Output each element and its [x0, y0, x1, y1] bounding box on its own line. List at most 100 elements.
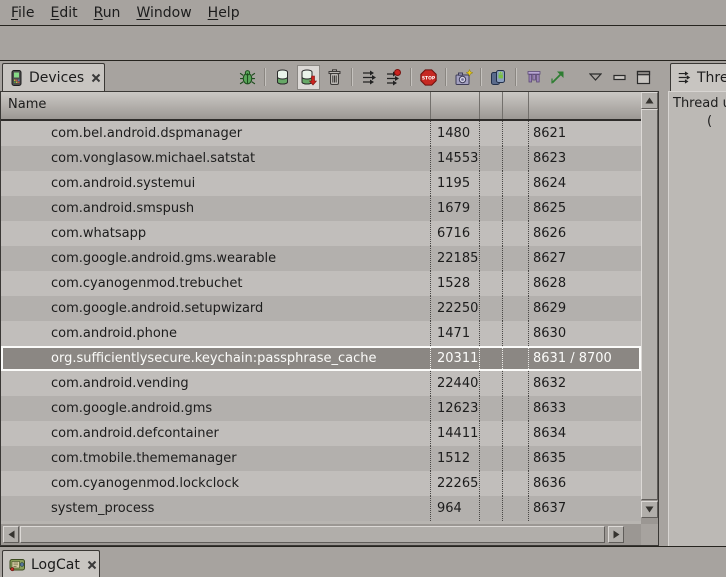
table-row[interactable]: com.android.vending 22440 8632 — [1, 371, 641, 396]
process-name: com.cyanogenmod.trebuchet — [51, 271, 243, 296]
panel-sash[interactable] — [659, 62, 668, 546]
minimize-icon[interactable] — [610, 68, 629, 87]
table-header[interactable]: Name — [1, 92, 641, 121]
vertical-scrollbar-thumb[interactable] — [641, 109, 658, 500]
process-port: 8630 — [533, 321, 566, 346]
cause-gc-trash-icon[interactable] — [325, 68, 344, 87]
logcat-icon — [9, 557, 26, 572]
stop-process-icon[interactable]: STOP — [419, 68, 438, 87]
tab-devices[interactable]: Devices — [2, 63, 105, 91]
process-pid: 1528 — [437, 271, 470, 296]
table-row[interactable]: com.tmobile.thememanager 1512 8635 — [1, 446, 641, 471]
column-divider-dotted — [502, 146, 503, 171]
table-row[interactable]: system_process 964 8637 — [1, 496, 641, 521]
tab-logcat-label: LogCat — [31, 557, 80, 573]
method-profiling-icon[interactable] — [384, 68, 403, 87]
table-row[interactable]: com.google.android.gms.wearable 22185 86… — [1, 246, 641, 271]
column-header-name[interactable]: Name — [1, 97, 46, 112]
tab-devices-label: Devices — [29, 70, 84, 86]
process-name: com.android.smspush — [51, 196, 194, 221]
column-divider-dotted — [430, 446, 431, 471]
process-name: com.android.defcontainer — [51, 421, 219, 446]
scroll-left-button[interactable] — [3, 526, 19, 543]
process-port: 8628 — [533, 271, 566, 296]
scroll-down-button[interactable] — [641, 501, 658, 518]
scroll-right-button[interactable] — [608, 526, 624, 543]
tracer-arrow-icon[interactable] — [548, 68, 567, 87]
dump-hprof-icon[interactable] — [297, 65, 320, 90]
update-threads-icon[interactable] — [360, 68, 379, 87]
column-divider-dotted — [479, 146, 480, 171]
column-divider-dotted — [528, 146, 529, 171]
update-heap-icon[interactable] — [273, 68, 292, 87]
menu-run[interactable]: Run — [86, 5, 129, 21]
tab-logcat[interactable]: LogCat — [2, 550, 100, 577]
table-row[interactable]: com.android.smspush 1679 8625 — [1, 196, 641, 221]
menu-help[interactable]: Help — [200, 5, 248, 21]
close-icon[interactable] — [91, 73, 101, 83]
column-divider[interactable] — [502, 92, 503, 119]
scroll-up-button[interactable] — [641, 92, 658, 109]
column-divider-dotted — [479, 296, 480, 321]
column-divider-dotted — [430, 421, 431, 446]
maximize-icon[interactable] — [634, 68, 653, 87]
profiling-bars-icon[interactable] — [524, 68, 543, 87]
process-port: 8624 — [533, 171, 566, 196]
table-row[interactable]: org.sufficientlysecure.keychain:passphra… — [1, 346, 641, 371]
column-divider-dotted — [430, 346, 431, 371]
process-port: 8637 — [533, 496, 566, 521]
menu-file[interactable]: File — [3, 5, 42, 21]
table-row[interactable]: com.bel.android.dspmanager 1480 8621 — [1, 121, 641, 146]
menu-edit[interactable]: Edit — [42, 5, 85, 21]
devices-view-toolbar: STOP — [238, 63, 653, 91]
column-divider[interactable] — [430, 92, 431, 119]
phone-stack-icon[interactable] — [489, 68, 508, 87]
process-pid: 20311 — [437, 346, 478, 371]
column-divider-dotted — [502, 171, 503, 196]
view-menu-chevron-icon[interactable] — [586, 68, 605, 87]
main-toolbar — [0, 27, 726, 61]
column-divider-dotted — [502, 221, 503, 246]
menu-window[interactable]: Window — [128, 5, 199, 21]
column-divider-dotted — [479, 471, 480, 496]
column-divider[interactable] — [479, 92, 480, 119]
column-divider-dotted — [502, 496, 503, 521]
column-divider-dotted — [430, 371, 431, 396]
column-divider-dotted — [528, 121, 529, 146]
horizontal-scrollbar[interactable] — [1, 524, 641, 545]
table-row[interactable]: com.android.phone 1471 8630 — [1, 321, 641, 346]
process-port: 8635 — [533, 446, 566, 471]
process-name: com.cyanogenmod.lockclock — [51, 471, 239, 496]
column-divider-dotted — [430, 196, 431, 221]
column-divider-dotted — [528, 471, 529, 496]
column-divider[interactable] — [528, 92, 529, 119]
vertical-scrollbar[interactable] — [641, 92, 658, 524]
process-pid: 22250 — [437, 296, 478, 321]
process-port: 8634 — [533, 421, 566, 446]
table-row[interactable]: com.google.android.setupwizard 22250 862… — [1, 296, 641, 321]
process-name: com.google.android.setupwizard — [51, 296, 263, 321]
toolbar-separator — [445, 68, 447, 86]
column-divider-dotted — [430, 471, 431, 496]
process-pid: 1512 — [437, 446, 470, 471]
table-row[interactable]: com.vonglasow.michael.satstat 14553 8623 — [1, 146, 641, 171]
debug-bug-icon[interactable] — [238, 68, 257, 87]
horizontal-scrollbar-thumb[interactable] — [20, 526, 605, 543]
devices-table: Name com.bel.android.dspmanager 1480 862… — [0, 91, 659, 546]
tab-threads[interactable]: Threads — [670, 63, 726, 91]
table-row[interactable]: com.cyanogenmod.lockclock 22265 8636 — [1, 471, 641, 496]
scrollbar-corner — [641, 524, 658, 545]
table-row[interactable]: com.google.android.gms 12623 8633 — [1, 396, 641, 421]
close-icon[interactable] — [87, 560, 97, 570]
column-divider-dotted — [502, 321, 503, 346]
column-divider-dotted — [430, 121, 431, 146]
process-port: 8626 — [533, 221, 566, 246]
table-row[interactable]: com.whatsapp 6716 8626 — [1, 221, 641, 246]
screen-capture-camera-icon[interactable] — [454, 68, 473, 87]
ddms-window: File Edit Run Window Help Devices — [0, 0, 726, 577]
process-port: 8631 / 8700 — [533, 346, 612, 371]
table-row[interactable]: com.android.defcontainer 14411 8634 — [1, 421, 641, 446]
table-row[interactable]: com.cyanogenmod.trebuchet 1528 8628 — [1, 271, 641, 296]
process-name: com.android.vending — [51, 371, 189, 396]
table-row[interactable]: com.android.systemui 1195 8624 — [1, 171, 641, 196]
